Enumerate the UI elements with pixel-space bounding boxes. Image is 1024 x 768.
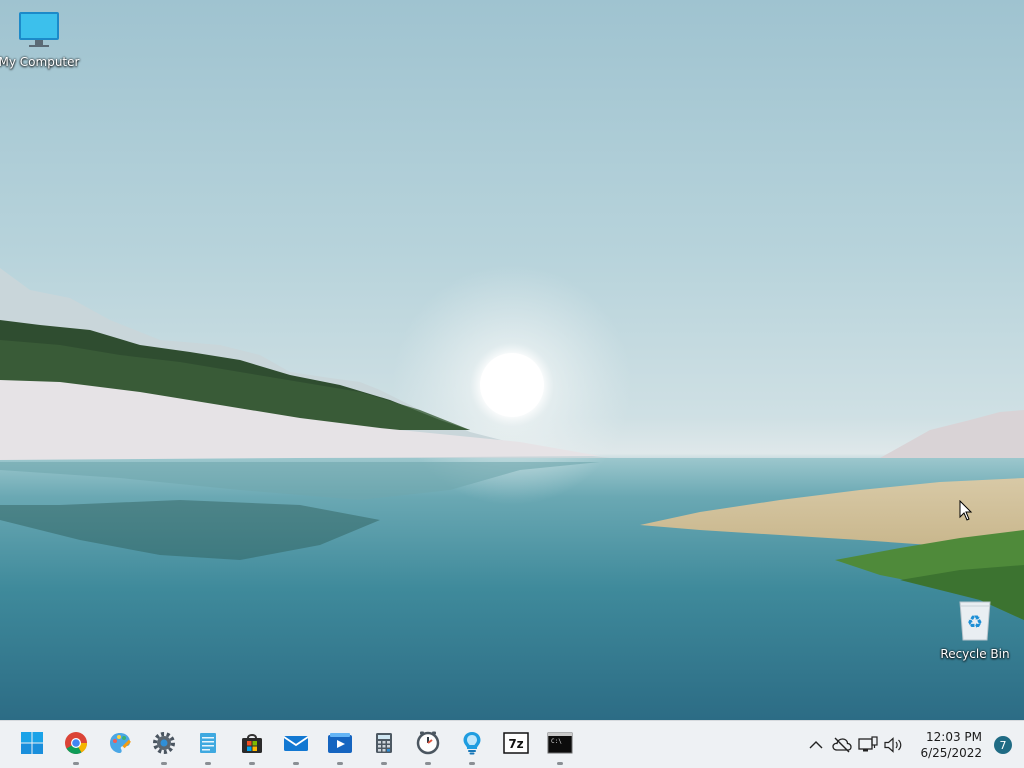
taskbar-app-chrome[interactable] [54, 723, 98, 767]
recycle-bin-icon: ♻ [955, 598, 995, 645]
gear-icon [152, 731, 176, 759]
clock-date: 6/25/2022 [920, 746, 982, 760]
terminal-icon: C:\ [547, 732, 573, 758]
paint-icon [108, 731, 132, 759]
running-indicator [161, 761, 167, 765]
start-button[interactable] [10, 723, 54, 767]
svg-text:♻: ♻ [967, 612, 983, 633]
notification-count-badge[interactable]: 7 [994, 736, 1012, 754]
taskbar-app-calculator[interactable] [362, 723, 406, 767]
desktop-icon-label: My Computer [0, 55, 80, 69]
taskbar-clock[interactable]: 12:03 PM 6/25/2022 [920, 729, 982, 761]
desktop-icon-my-computer[interactable]: My Computer [0, 10, 80, 69]
svg-text:7z: 7z [508, 737, 523, 751]
taskbar-app-mail[interactable] [274, 723, 318, 767]
taskbar-app-tips[interactable] [450, 723, 494, 767]
desktop-icon-label: Recycle Bin [940, 647, 1010, 661]
network-icon[interactable] [856, 733, 880, 757]
running-indicator [73, 761, 79, 765]
running-indicator [249, 761, 255, 765]
svg-text:C:\: C:\ [551, 738, 562, 745]
clock-time: 12:03 PM [926, 730, 982, 744]
calculator-icon [372, 731, 396, 759]
desktop-background[interactable]: My Computer ♻ Recycle Bin [0, 0, 1024, 720]
lightbulb-icon [460, 731, 484, 759]
mail-icon [283, 731, 309, 759]
taskbar-app-terminal[interactable]: C:\ [538, 723, 582, 767]
taskbar-app-list: 7z C:\ [10, 723, 582, 767]
running-indicator [205, 761, 211, 765]
taskbar-app-clock[interactable] [406, 723, 450, 767]
windows-start-icon [20, 731, 44, 759]
chevron-up-icon[interactable] [804, 733, 828, 757]
cloud-offline-icon[interactable] [830, 733, 854, 757]
media-player-icon [327, 731, 353, 759]
taskbar-app-paint[interactable] [98, 723, 142, 767]
running-indicator [425, 761, 431, 765]
notepad-icon [196, 731, 220, 759]
taskbar-app-media-player[interactable] [318, 723, 362, 767]
store-icon [240, 731, 264, 759]
desktop-icon-recycle-bin[interactable]: ♻ Recycle Bin [936, 598, 1014, 661]
wallpaper-landscape [0, 265, 1024, 720]
clock-icon [416, 731, 440, 759]
running-indicator [293, 761, 299, 765]
running-indicator [381, 761, 387, 765]
running-indicator [557, 761, 563, 765]
taskbar-app-settings[interactable] [142, 723, 186, 767]
running-indicator [337, 761, 343, 765]
monitor-icon [17, 10, 61, 53]
taskbar-app-notepad[interactable] [186, 723, 230, 767]
taskbar-app-7zip[interactable]: 7z [494, 723, 538, 767]
taskbar-app-store[interactable] [230, 723, 274, 767]
taskbar: 7z C:\ 12:03 PM 6/25/2022 7 [0, 720, 1024, 768]
running-indicator [469, 761, 475, 765]
seven-zip-icon: 7z [503, 731, 529, 758]
chrome-icon [64, 731, 88, 759]
mouse-cursor-icon [959, 499, 973, 526]
volume-icon[interactable] [882, 733, 906, 757]
system-tray: 12:03 PM 6/25/2022 7 [804, 721, 1024, 768]
